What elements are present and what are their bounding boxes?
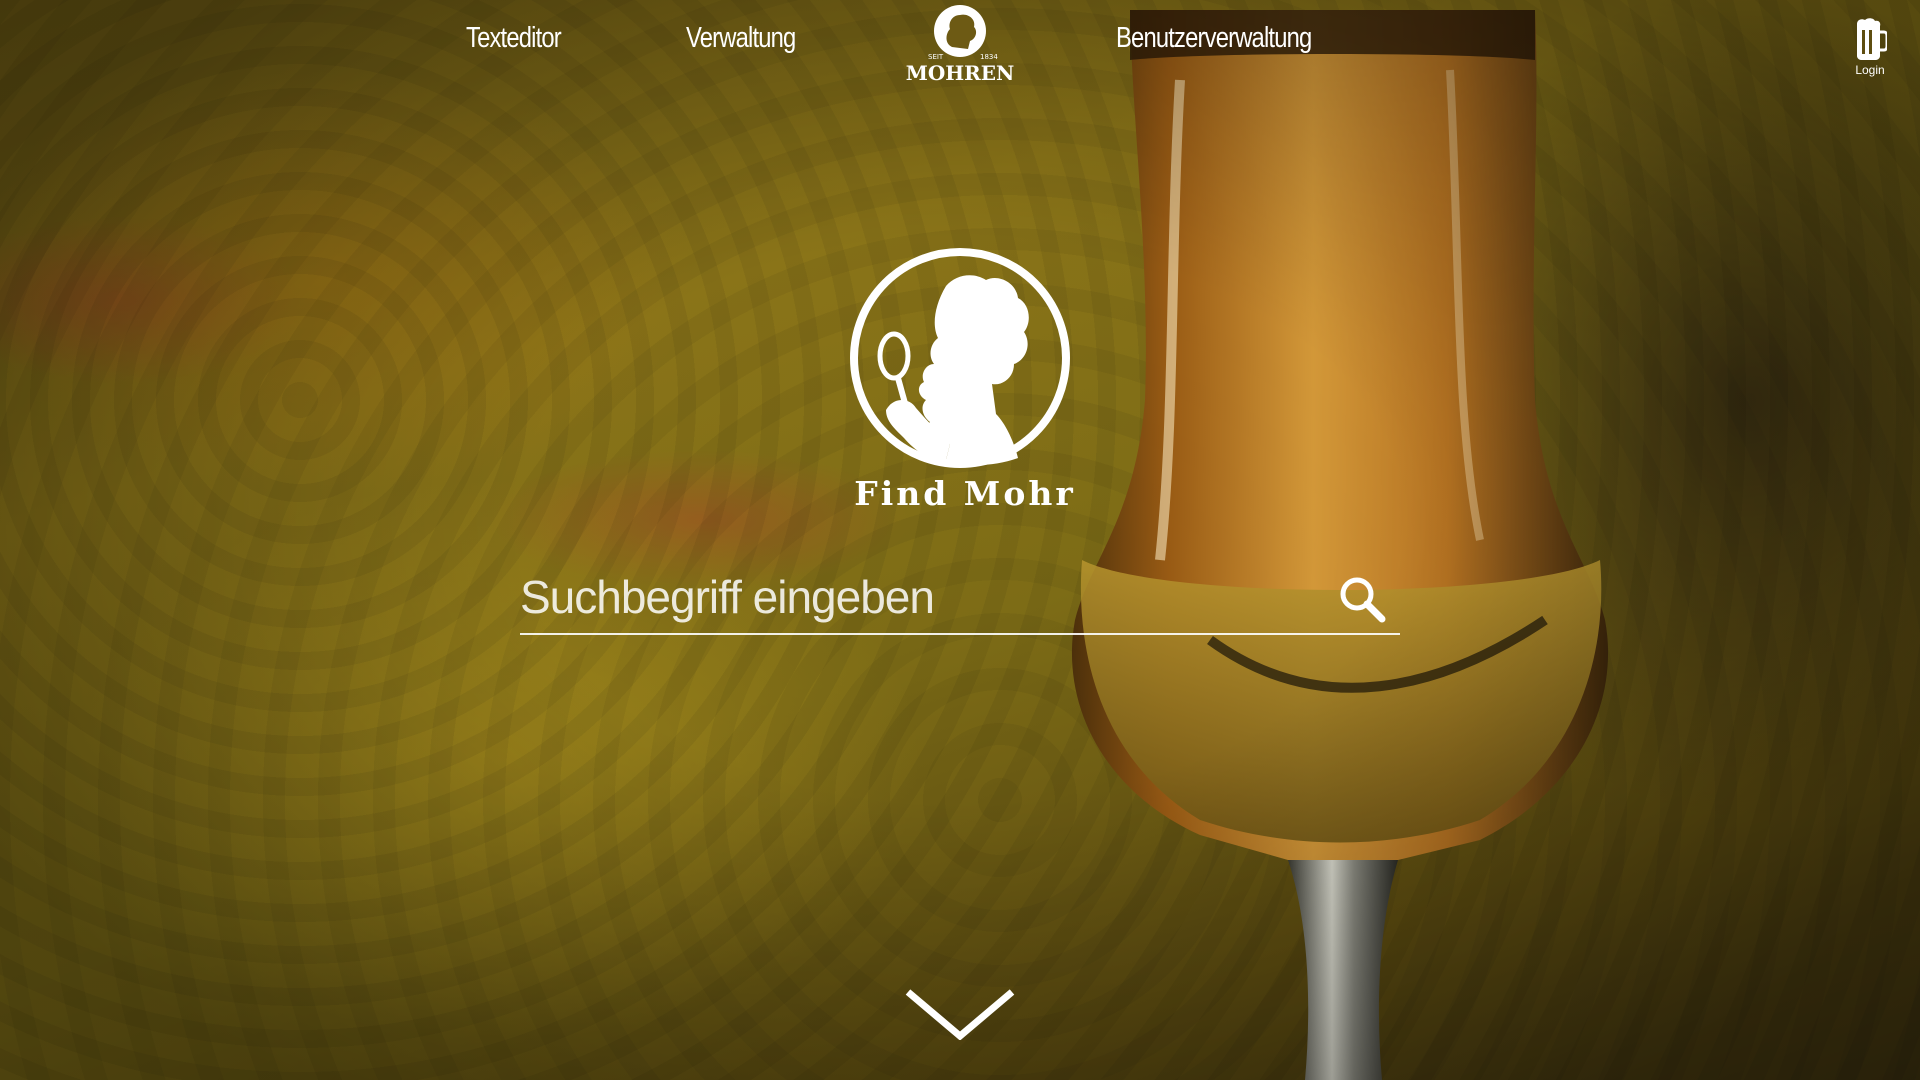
login-label: Login (1855, 63, 1885, 77)
nav-item-benutzerverwaltung[interactable]: Benutzerverwaltung (1116, 22, 1312, 55)
mohr-magnifier-logo (850, 248, 1070, 468)
search-icon (1340, 577, 1386, 623)
page: Texteditor Verwaltung SEIT 1834 MOHREN B… (0, 0, 1920, 1080)
search-bar (520, 565, 1400, 635)
scroll-down-button[interactable] (904, 988, 1016, 1041)
brand-logo[interactable]: SEIT 1834 MOHREN (904, 3, 1016, 85)
brand-since-right: 1834 (980, 53, 998, 61)
chevron-down-icon (905, 989, 1015, 1041)
hero-title: Find Mohr (854, 474, 1076, 513)
search-button[interactable] (1338, 575, 1388, 625)
brand-since-left: SEIT (928, 53, 944, 61)
beer-mug-icon (1857, 18, 1889, 60)
mohren-logo-icon: SEIT 1834 MOHREN (906, 5, 1015, 85)
login-button[interactable]: Login (1848, 18, 1892, 77)
brand-name: MOHREN (906, 61, 1015, 83)
nav-item-texteditor[interactable]: Texteditor (466, 22, 562, 55)
top-nav: Texteditor Verwaltung SEIT 1834 MOHREN B… (0, 0, 1920, 90)
nav-item-verwaltung[interactable]: Verwaltung (686, 22, 796, 55)
search-input[interactable] (520, 565, 1320, 629)
vignette-overlay (0, 0, 1920, 1080)
